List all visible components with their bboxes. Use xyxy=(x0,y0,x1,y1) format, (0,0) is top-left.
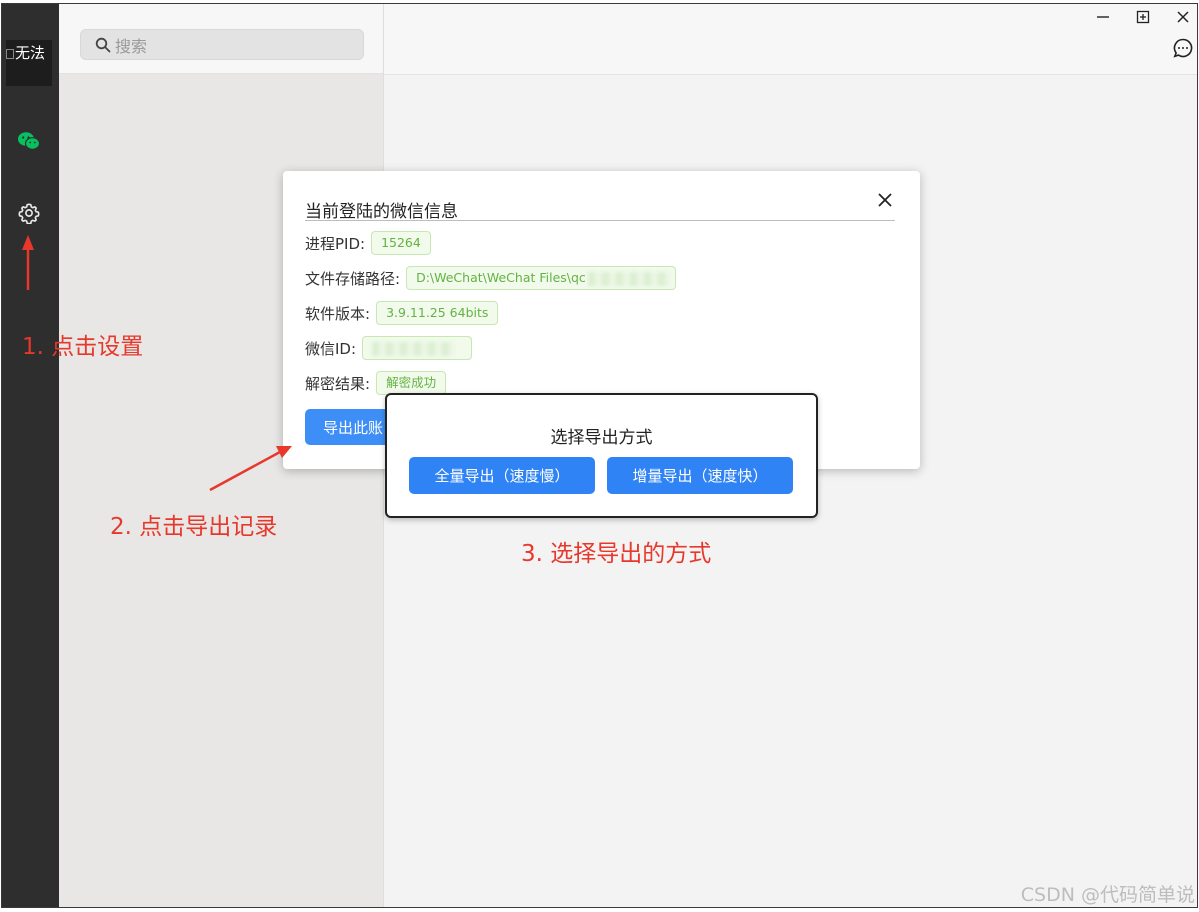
incremental-export-button[interactable]: 增量导出（速度快） xyxy=(607,457,793,494)
info-row-version: 软件版本: 3.9.11.25 64bits xyxy=(305,301,499,325)
blurred-redaction xyxy=(587,271,670,286)
wechat-id-value-tag xyxy=(362,336,473,360)
path-value: D:\WeChat\WeChat Files\qc xyxy=(416,270,586,285)
content-header xyxy=(384,4,1197,75)
broken-image-icon xyxy=(6,49,14,59)
export-method-popup: 选择导出方式 全量导出（速度慢） 增量导出（速度快） xyxy=(385,393,818,518)
annotation-step3: 3. 选择导出的方式 xyxy=(521,541,712,567)
dialog-title: 当前登陆的微信信息 xyxy=(305,202,458,222)
wechat-icon[interactable] xyxy=(16,128,42,154)
search-icon xyxy=(95,37,111,52)
pid-label: 进程PID: xyxy=(305,234,366,253)
left-sidebar: 无法 xyxy=(2,4,59,907)
list-header: 搜索 xyxy=(59,4,383,74)
version-value: 3.9.11.25 64bits xyxy=(376,301,499,325)
path-label: 文件存储路径: xyxy=(305,269,401,288)
full-export-button[interactable]: 全量导出（速度慢） xyxy=(409,457,595,494)
info-row-wechat-id: 微信ID: xyxy=(305,336,473,360)
settings-gear-icon[interactable] xyxy=(16,200,42,226)
blurred-redaction xyxy=(372,341,455,356)
decrypt-label: 解密结果: xyxy=(305,374,371,393)
path-value-tag: D:\WeChat\WeChat Files\qc xyxy=(406,266,677,290)
dialog-divider xyxy=(305,220,895,221)
avatar[interactable]: 无法 xyxy=(6,40,52,86)
watermark: CSDN @代码简单说 xyxy=(1020,884,1195,906)
maximize-icon[interactable] xyxy=(1131,6,1155,28)
search-placeholder: 搜索 xyxy=(115,36,148,56)
info-row-pid: 进程PID: 15264 xyxy=(305,231,431,255)
decrypt-value: 解密成功 xyxy=(376,371,447,395)
pid-value: 15264 xyxy=(371,231,431,255)
version-label: 软件版本: xyxy=(305,304,371,323)
info-row-path: 文件存储路径: D:\WeChat\WeChat Files\qc xyxy=(305,266,677,290)
more-chat-icon[interactable] xyxy=(1172,37,1194,59)
annotation-step2: 2. 点击导出记录 xyxy=(110,514,278,540)
dialog-close-icon[interactable] xyxy=(875,190,895,210)
close-icon[interactable] xyxy=(1171,6,1195,28)
wechat-id-label: 微信ID: xyxy=(305,339,357,358)
popup-title: 选择导出方式 xyxy=(550,428,653,448)
search-input[interactable]: 搜索 xyxy=(80,29,364,60)
annotation-step1: 1. 点击设置 xyxy=(22,334,144,360)
minimize-icon[interactable] xyxy=(1091,6,1115,28)
info-row-decrypt: 解密结果: 解密成功 xyxy=(305,371,447,395)
avatar-alt-text: 无法 xyxy=(15,44,46,62)
